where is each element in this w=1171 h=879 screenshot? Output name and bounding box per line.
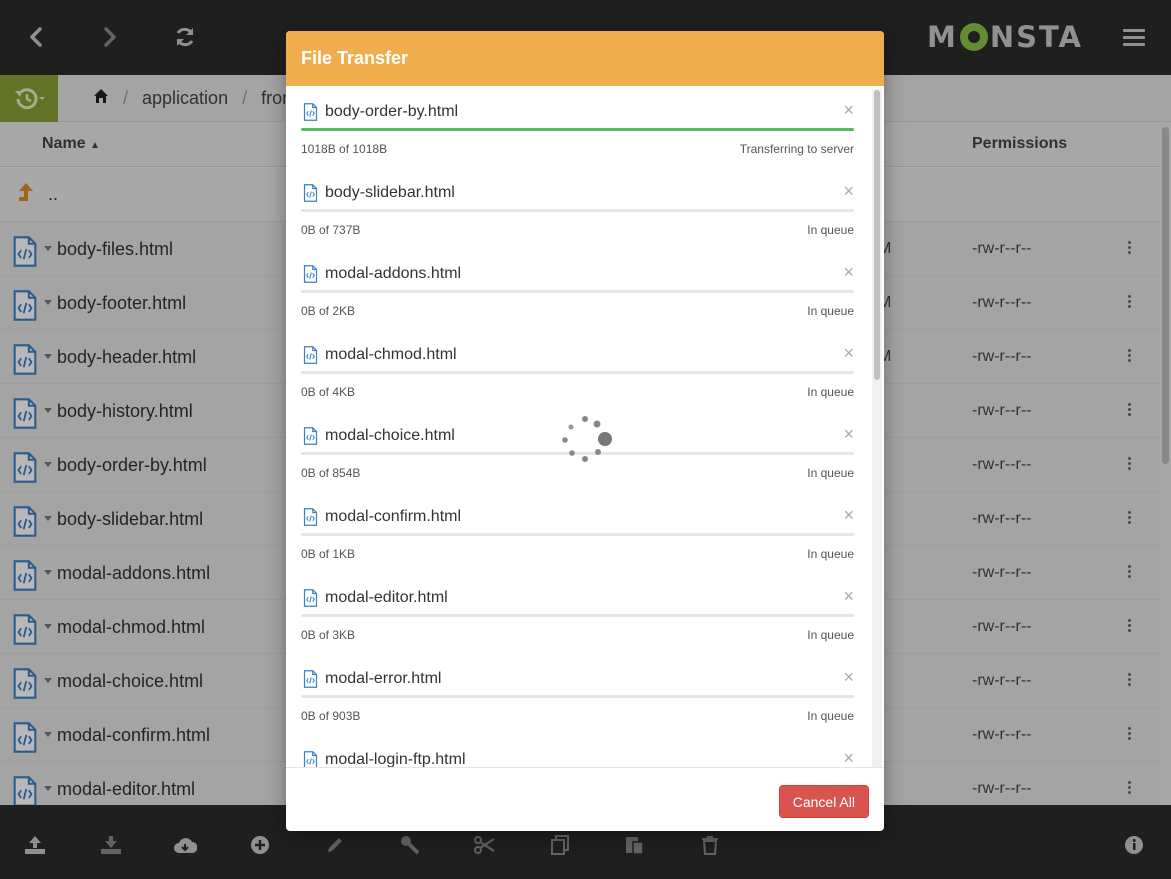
transfer-file-name: modal-choice.html: [325, 427, 455, 444]
transfer-status: In queue: [807, 628, 854, 642]
transfer-file-name: body-slidebar.html: [325, 184, 455, 201]
transfer-file-name: modal-confirm.html: [325, 508, 462, 525]
close-icon[interactable]: ×: [843, 262, 854, 283]
transfer-file-name: body-order-by.html: [325, 103, 459, 120]
transfer-progress-bar: [301, 290, 854, 293]
transfer-progress-bar: [301, 533, 854, 536]
transfer-progress-bar: [301, 371, 854, 374]
transfer-list-scrollbar-thumb[interactable]: [874, 90, 880, 380]
transfer-status: In queue: [807, 385, 854, 399]
loading-spinner-icon: [562, 416, 612, 462]
html-file-icon: [303, 508, 318, 531]
transfer-size: 0B of 903B: [301, 709, 361, 723]
transfer-item: modal-login-ftp.html ×: [301, 734, 854, 767]
close-icon[interactable]: ×: [843, 505, 854, 526]
transfer-status: In queue: [807, 304, 854, 318]
transfer-progress-bar: [301, 209, 854, 212]
transfer-item: modal-addons.html × 0B of 2KB In queue: [301, 248, 854, 329]
html-file-icon: [303, 265, 318, 288]
transfer-status: Transferring to server: [739, 142, 854, 156]
html-file-icon: [303, 184, 318, 207]
transfer-item: modal-editor.html × 0B of 3KB In queue: [301, 572, 854, 653]
transfer-size: 0B of 4KB: [301, 385, 356, 399]
transfer-status: In queue: [807, 709, 854, 723]
modal-title: File Transfer: [286, 31, 884, 86]
close-icon[interactable]: ×: [843, 343, 854, 364]
close-icon[interactable]: ×: [843, 586, 854, 607]
transfer-item: modal-error.html × 0B of 903B In queue: [301, 653, 854, 734]
transfer-status: In queue: [807, 223, 854, 237]
transfer-size: 0B of 2KB: [301, 304, 356, 318]
html-file-icon: [303, 589, 318, 612]
transfer-file-name: modal-addons.html: [325, 265, 462, 282]
close-icon[interactable]: ×: [843, 181, 854, 202]
transfer-file-name: modal-chmod.html: [325, 346, 457, 363]
html-file-icon: [303, 346, 318, 369]
transfer-progress-bar: [301, 128, 854, 131]
close-icon[interactable]: ×: [843, 424, 854, 445]
transfer-file-name: modal-editor.html: [325, 589, 448, 606]
transfer-status: In queue: [807, 466, 854, 480]
transfer-item: body-order-by.html × 1018B of 1018B Transfe…: [301, 86, 854, 167]
modal-footer: Cancel All: [286, 767, 884, 831]
transfer-size: 0B of 737B: [301, 223, 361, 237]
close-icon[interactable]: ×: [843, 667, 854, 688]
transfer-item: modal-chmod.html × 0B of 4KB In queue: [301, 329, 854, 410]
html-file-icon: [303, 670, 318, 693]
close-icon[interactable]: ×: [843, 748, 854, 767]
transfer-size: 1018B of 1018B: [301, 142, 388, 156]
close-icon[interactable]: ×: [843, 100, 854, 121]
transfer-size: 0B of 854B: [301, 466, 361, 480]
cancel-all-button[interactable]: Cancel All: [778, 785, 869, 818]
transfer-item: modal-confirm.html × 0B of 1KB In queue: [301, 491, 854, 572]
html-file-icon: [303, 427, 318, 450]
transfer-size: 0B of 1KB: [301, 547, 356, 561]
transfer-status: In queue: [807, 547, 854, 561]
transfer-progress-bar: [301, 695, 854, 698]
transfer-progress-bar: [301, 614, 854, 617]
transfer-file-name: modal-login-ftp.html: [325, 751, 466, 767]
transfer-item: body-slidebar.html × 0B of 737B In queue: [301, 167, 854, 248]
transfer-file-name: modal-error.html: [325, 670, 442, 687]
html-file-icon: [303, 751, 318, 767]
html-file-icon: [303, 103, 318, 126]
transfer-size: 0B of 3KB: [301, 628, 356, 642]
